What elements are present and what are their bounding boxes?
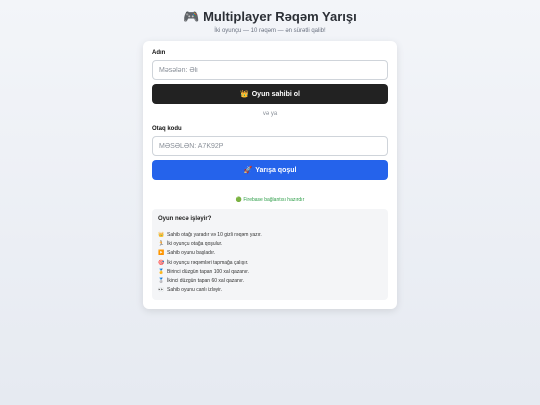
list-item-text: Birinci düzgün tapan 100 xal qazanır. [167,268,249,275]
gold-medal-icon: 🥇 [158,268,165,275]
or-divider: və ya [262,111,278,117]
room-code-label: Otaq kodu [152,126,182,132]
list-item-text: İki oyunçu rəqəmləri tapmağa çalışır. [167,259,249,266]
runner-icon: 🏃 [158,241,165,248]
silver-medal-icon: 🥈 [158,278,165,285]
list-item: 🎯 İki oyunçu rəqəmləri tapmağa çalışır. [158,259,382,268]
crown-icon: 👑 [158,232,165,238]
list-item: 🥇 Birinci düzgün tapan 100 xal qazanır. [158,268,382,277]
room-code-input[interactable] [152,136,388,156]
target-icon: 🎯 [158,259,165,266]
lobby-card: Adın 👑 Oyun sahibi ol və ya Otaq kodu 🚀 … [143,41,397,309]
play-icon: ▶️ [158,250,165,257]
eyes-icon: 👀 [158,287,165,294]
how-it-works-panel: Oyun necə işləyir? 👑 Sahib otağı yaradır … [152,209,388,300]
host-button-label: Oyun sahibi ol [251,90,300,98]
status-dot-icon: 🟢 [235,197,242,203]
rocket-icon: 🚀 [243,167,253,174]
page-subtitle: İki oyunçu — 10 rəqəm — ən sürətli qalib… [214,28,326,34]
page-title: 🎮 Multiplayer Rəqəm Yarışı [0,9,540,25]
list-item-text: Sahib oyunu başladır. [167,250,216,257]
list-item: 🏃 İki oyunçu otağa qoşulur. [158,240,382,249]
name-input[interactable] [152,60,388,80]
crown-icon: 👑 [240,91,249,98]
status-text: Firebase bağlantısı hazırdır [243,197,305,203]
host-button[interactable]: 👑 Oyun sahibi ol [152,84,388,104]
list-item: ▶️ Sahib oyunu başladır. [158,249,382,258]
list-item-text: İki oyunçu otağa qoşulur. [167,241,223,248]
page-header: 🎮 Multiplayer Rəqəm Yarışı İki oyunçu — … [0,9,540,35]
join-button-label: Yarışa qoşul [255,166,297,174]
list-item: 👀 Sahib oyunu canlı izləyir. [158,286,382,295]
how-it-works-title: Oyun necə işləyir? [158,216,212,222]
page-title-text: Multiplayer Rəqəm Yarışı [203,9,357,24]
list-item: 👑 Sahib otağı yaradır və 10 gizli rəqəm y… [158,231,382,240]
list-item: 🥈 İkinci düzgün tapan 60 xal qazanır. [158,277,382,286]
list-item-text: Sahib otağı yaradır və 10 gizli rəqəm ya… [167,232,262,238]
list-item-text: İkinci düzgün tapan 60 xal qazanır. [167,278,244,285]
name-label: Adın [152,50,166,56]
connection-status: 🟢 Firebase bağlantısı hazırdır [143,197,397,203]
gamepad-icon: 🎮 [183,9,200,24]
list-item-text: Sahib oyunu canlı izləyir. [167,287,223,294]
join-button[interactable]: 🚀 Yarışa qoşul [152,160,388,180]
